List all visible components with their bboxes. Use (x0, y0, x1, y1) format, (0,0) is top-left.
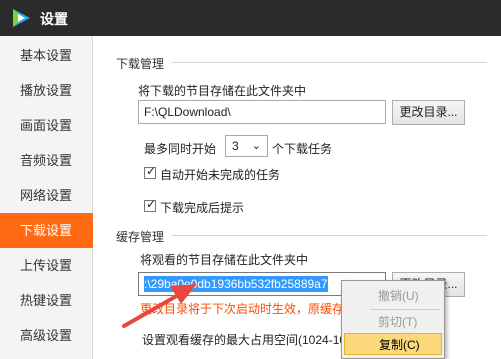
cache-folder-label: 将观看的节目存储在此文件夹中 (140, 253, 309, 267)
cache-folder-path: :\29ba0e0db1936bb532fb25889a7 (144, 276, 328, 292)
check-icon: ✓ (146, 164, 157, 178)
sidebar-item-label: 音频设置 (20, 153, 73, 168)
sidebar-item-label: 网络设置 (20, 188, 73, 203)
download-folder-input[interactable]: F:\QLDownload\ (138, 100, 386, 124)
sidebar-item-label: 基本设置 (20, 48, 73, 63)
menu-item-undo[interactable]: 撤销(U) (344, 285, 442, 307)
cache-section-title: 缓存管理 (116, 230, 165, 244)
sidebar-item-label: 播放设置 (20, 83, 73, 98)
context-menu: 撤销(U) 剪切(T) 复制(C) (341, 280, 445, 359)
download-folder-path: F:\QLDownload\ (144, 105, 231, 119)
download-folder-label: 将下载的节目存储在此文件夹中 (138, 84, 307, 98)
menu-separator (370, 309, 440, 310)
sidebar-item-upload[interactable]: 上传设置 (0, 248, 93, 283)
chevron-down-icon: ⌄ (251, 140, 261, 152)
sidebar-item-playback[interactable]: 播放设置 (0, 73, 93, 108)
sidebar-item-video[interactable]: 画面设置 (0, 108, 93, 143)
menu-item-cut[interactable]: 剪切(T) (344, 311, 442, 333)
download-change-dir-button[interactable]: 更改目录... (392, 100, 465, 125)
sidebar-item-label: 上传设置 (20, 258, 73, 273)
max-downloads-suffix: 个下载任务 (272, 142, 333, 156)
auto-start-checkbox[interactable]: ✓ (144, 164, 157, 179)
sidebar-item-download[interactable]: 下载设置 (0, 213, 93, 248)
app-logo-icon (13, 9, 30, 27)
cache-warning-text: 更改目录将于下次启动时生效，原缓存 (140, 302, 345, 316)
max-downloads-prefix: 最多同时开始 (144, 142, 217, 156)
sidebar-item-label: 下载设置 (20, 223, 73, 238)
max-downloads-value: 3 (232, 139, 239, 153)
section-divider (172, 62, 487, 63)
title-bar: 设置 (0, 0, 501, 36)
download-section-title: 下载管理 (116, 57, 165, 71)
window-title: 设置 (40, 11, 68, 27)
settings-sidebar: 基本设置 播放设置 画面设置 音频设置 网络设置 下载设置 上传设置 热键设置 … (0, 36, 93, 359)
sidebar-item-network[interactable]: 网络设置 (0, 178, 93, 213)
sidebar-item-label: 高级设置 (20, 328, 73, 343)
check-icon: ✓ (146, 197, 157, 211)
sidebar-item-audio[interactable]: 音频设置 (0, 143, 93, 178)
sidebar-item-basic[interactable]: 基本设置 (0, 38, 93, 73)
sidebar-item-hotkeys[interactable]: 热键设置 (0, 283, 93, 318)
menu-item-copy[interactable]: 复制(C) (344, 333, 442, 355)
sidebar-item-label: 热键设置 (20, 293, 73, 308)
section-divider (172, 235, 487, 236)
auto-start-label: 自动开始未完成的任务 (160, 168, 281, 182)
sidebar-item-advanced[interactable]: 高级设置 (0, 318, 93, 353)
cache-max-space-label: 设置观看缓存的最大占用空间(1024-10 (142, 333, 347, 347)
sidebar-item-label: 画面设置 (20, 118, 73, 133)
max-downloads-select[interactable]: 3 ⌄ (225, 135, 268, 157)
notify-label: 下载完成后提示 (160, 201, 245, 215)
notify-checkbox[interactable]: ✓ (144, 197, 157, 212)
